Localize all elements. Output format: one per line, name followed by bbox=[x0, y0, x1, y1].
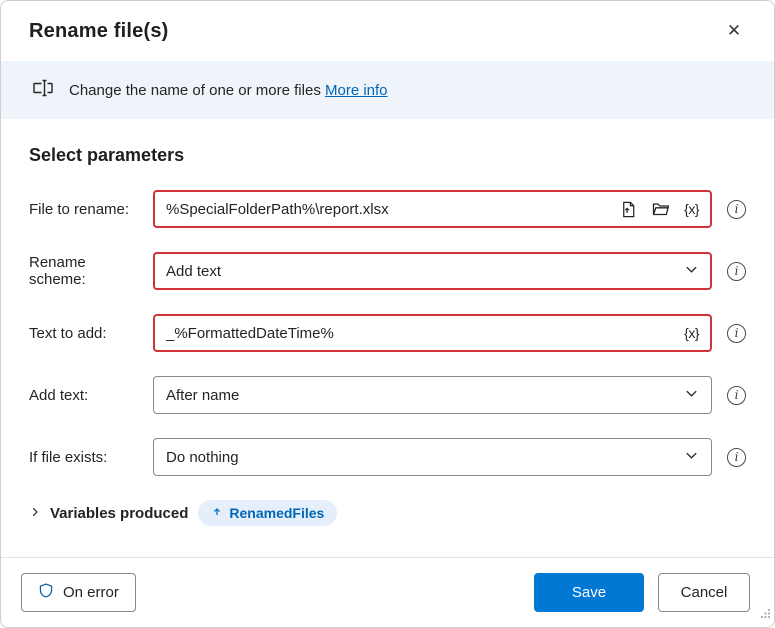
text-to-add-input[interactable]: _%FormattedDateTime% {x} bbox=[153, 314, 712, 352]
more-info-link[interactable]: More info bbox=[325, 82, 388, 99]
rename-icon bbox=[31, 76, 55, 104]
save-button[interactable]: Save bbox=[534, 573, 644, 612]
add-text-label: Add text: bbox=[29, 386, 89, 404]
close-icon[interactable]: ✕ bbox=[718, 15, 750, 47]
shield-icon bbox=[38, 582, 54, 603]
param-row-if-file-exists: If file exists: Do nothing i bbox=[29, 438, 746, 476]
on-error-label: On error bbox=[63, 584, 119, 601]
chevron-right-icon bbox=[29, 506, 41, 521]
info-icon[interactable]: i bbox=[727, 385, 746, 405]
add-text-dropdown[interactable]: After name bbox=[153, 376, 712, 414]
cancel-button[interactable]: Cancel bbox=[658, 573, 750, 612]
rename-scheme-label: Rename scheme: bbox=[29, 254, 86, 288]
select-file-icon[interactable] bbox=[619, 200, 638, 219]
param-row-text-to-add: Text to add: _%FormattedDateTime% {x} i bbox=[29, 314, 746, 352]
if-file-exists-label: If file exists: bbox=[29, 448, 108, 466]
input-actions: {x} bbox=[684, 325, 699, 341]
info-cell: i bbox=[727, 323, 746, 343]
input-actions: {x} bbox=[619, 199, 699, 219]
info-banner: Change the name of one or more files Mor… bbox=[1, 61, 774, 119]
dialog-title: Rename file(s) bbox=[29, 19, 169, 42]
info-icon[interactable]: i bbox=[727, 199, 746, 219]
variable-picker-icon[interactable]: {x} bbox=[684, 201, 699, 217]
rename-files-dialog: Rename file(s) ✕ Change the name of one … bbox=[0, 0, 775, 628]
param-row-rename-scheme: Rename scheme: Add text i bbox=[29, 252, 746, 290]
file-to-rename-input[interactable]: %SpecialFolderPath%\report.xlsx {x} bbox=[153, 190, 712, 228]
section-title: Select parameters bbox=[29, 145, 185, 165]
variables-produced-row: Variables produced RenamedFiles bbox=[29, 500, 746, 526]
chevron-down-icon bbox=[684, 448, 699, 467]
variable-icon bbox=[211, 505, 223, 521]
rename-scheme-dropdown[interactable]: Add text bbox=[153, 252, 712, 290]
if-file-exists-dropdown[interactable]: Do nothing bbox=[153, 438, 712, 476]
banner-description: Change the name of one or more files bbox=[69, 81, 321, 99]
variable-picker-icon[interactable]: {x} bbox=[684, 325, 699, 341]
resize-grip[interactable] bbox=[760, 606, 771, 624]
select-folder-icon[interactable] bbox=[651, 199, 671, 219]
dropdown-indicator bbox=[684, 262, 699, 281]
banner-text: Change the name of one or more files Mor… bbox=[69, 82, 388, 99]
if-file-exists-value: Do nothing bbox=[166, 448, 239, 466]
dropdown-indicator bbox=[684, 386, 699, 405]
variables-produced-toggle[interactable]: Variables produced bbox=[29, 505, 188, 522]
info-icon[interactable]: i bbox=[727, 323, 746, 343]
info-cell: i bbox=[727, 261, 746, 281]
info-icon[interactable]: i bbox=[727, 447, 746, 467]
footer: On error Save Cancel bbox=[1, 557, 774, 627]
rename-scheme-value: Add text bbox=[166, 262, 222, 280]
variable-name: RenamedFiles bbox=[229, 505, 325, 521]
text-to-add-label: Text to add: bbox=[29, 324, 107, 342]
param-row-add-text: Add text: After name i bbox=[29, 376, 746, 414]
on-error-button[interactable]: On error bbox=[21, 573, 136, 612]
chevron-down-icon bbox=[684, 386, 699, 405]
info-cell: i bbox=[727, 385, 746, 405]
parameters-section: Select parameters File to rename: %Speci… bbox=[1, 119, 774, 557]
chevron-down-icon bbox=[684, 262, 699, 281]
variable-pill[interactable]: RenamedFiles bbox=[198, 500, 338, 526]
text-to-add-value: _%FormattedDateTime% bbox=[166, 324, 334, 342]
param-row-file-to-rename: File to rename: %SpecialFolderPath%\repo… bbox=[29, 190, 746, 228]
dropdown-indicator bbox=[684, 448, 699, 467]
variables-produced-label: Variables produced bbox=[50, 504, 189, 522]
info-cell: i bbox=[727, 199, 746, 219]
info-icon[interactable]: i bbox=[727, 261, 746, 281]
add-text-value: After name bbox=[166, 386, 240, 404]
title-bar: Rename file(s) ✕ bbox=[1, 1, 774, 61]
file-to-rename-value: %SpecialFolderPath%\report.xlsx bbox=[166, 200, 389, 218]
file-to-rename-label: File to rename: bbox=[29, 200, 130, 218]
info-cell: i bbox=[727, 447, 746, 467]
